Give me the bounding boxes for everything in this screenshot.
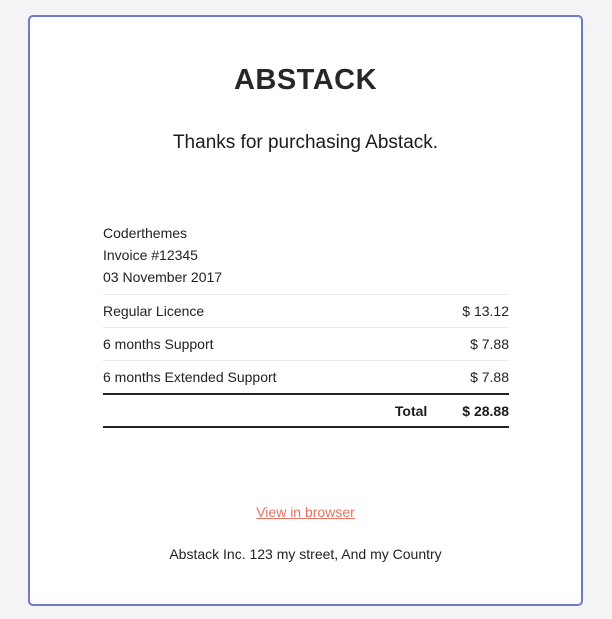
invoice-items-table: Regular Licence $ 13.12 6 months Support…	[103, 294, 509, 393]
invoice-section: Coderthemes Invoice #12345 03 November 2…	[103, 222, 509, 428]
item-amount: $ 7.88	[422, 327, 509, 361]
company-name: Coderthemes	[103, 225, 188, 241]
item-amount: $ 13.12	[422, 294, 509, 328]
item-description: 6 months Extended Support	[103, 360, 423, 393]
total-amount: $ 28.88	[462, 402, 509, 419]
brand-logo: ABSTACK	[233, 64, 378, 96]
total-row: Total $ 28.88	[103, 393, 509, 428]
invoice-date: 03 November 2017	[103, 269, 223, 285]
table-row: Regular Licence $ 13.12	[103, 294, 509, 328]
thanks-message: Thanks for purchasing Abstack.	[172, 132, 439, 153]
footer-address: Abstack Inc. 123 my street, And my Count…	[169, 546, 442, 562]
invoice-number: Invoice #12345	[103, 247, 198, 263]
view-in-browser-link[interactable]: View in browser	[30, 503, 581, 521]
item-description: 6 months Support	[103, 327, 423, 361]
table-row: 6 months Extended Support $ 7.88	[103, 360, 509, 393]
item-description: Regular Licence	[103, 294, 423, 328]
email-card: ABSTACK Thanks for purchasing Abstack. C…	[28, 15, 583, 606]
table-row: 6 months Support $ 7.88	[103, 327, 509, 361]
item-amount: $ 7.88	[422, 360, 509, 393]
total-label: Total	[394, 402, 428, 419]
